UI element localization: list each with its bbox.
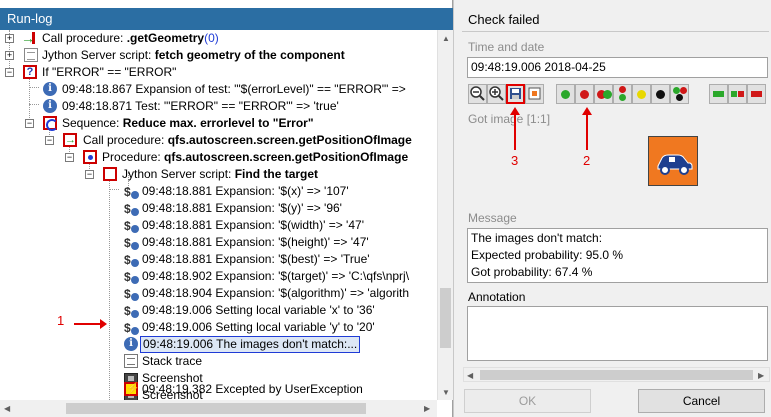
got-image xyxy=(648,136,698,186)
expansion-icon: $ xyxy=(124,218,139,233)
scroll-right-icon[interactable]: ▶ xyxy=(424,404,430,413)
bar-mixed-button[interactable] xyxy=(728,84,747,104)
expansion-icon: $ xyxy=(124,286,139,301)
run-log-pane: Run-log + → Call procedure: .getGeometry… xyxy=(0,0,453,417)
check-details-pane: Check failed Time and date 09:48:19.006 … xyxy=(453,0,771,417)
stack-trace-icon xyxy=(124,354,138,368)
check-black-button[interactable] xyxy=(651,84,670,104)
expansion-icon: $ xyxy=(124,303,139,318)
annotation-label-3: 3 xyxy=(511,153,519,168)
annotation-label-1: 1 xyxy=(57,313,65,328)
annotation-label-2: 2 xyxy=(583,153,591,168)
scroll-up-icon[interactable]: ▲ xyxy=(442,34,450,43)
bar-red-button[interactable] xyxy=(747,84,766,104)
annotation-label: Annotation xyxy=(468,290,526,304)
save-image-button[interactable] xyxy=(506,84,525,104)
check-mixed-button[interactable] xyxy=(594,84,613,104)
check-pair-button[interactable] xyxy=(613,84,632,104)
time-label: Time and date xyxy=(468,40,545,54)
scroll-left-icon[interactable]: ◀ xyxy=(467,371,473,380)
scroll-right-icon[interactable]: ▶ xyxy=(758,371,764,380)
expansion-icon: $ xyxy=(124,320,139,335)
vertical-scrollbar[interactable]: ▲ ▼ xyxy=(437,30,453,400)
image-view-button[interactable] xyxy=(525,84,544,104)
info-icon: i xyxy=(124,337,138,351)
details-scrollbar[interactable]: ◀ ▶ xyxy=(463,367,770,382)
message-label: Message xyxy=(468,211,517,225)
scroll-left-icon[interactable]: ◀ xyxy=(4,404,10,413)
details-title: Check failed xyxy=(462,8,769,32)
zoom-in-button[interactable] xyxy=(487,84,506,104)
if-node-icon: ? xyxy=(23,65,37,79)
exception-icon: ⚡ xyxy=(124,382,140,396)
cancel-button[interactable]: Cancel xyxy=(638,389,765,413)
annotation-arrow-2 xyxy=(582,107,592,150)
expansion-icon: $ xyxy=(124,201,139,216)
expansion-icon: $ xyxy=(124,235,139,250)
ok-button[interactable]: OK xyxy=(464,389,591,413)
call-procedure-icon: → xyxy=(63,133,77,147)
annotation-field[interactable] xyxy=(467,306,768,361)
time-field[interactable]: 09:48:19.006 2018-04-25 xyxy=(467,57,768,78)
script-icon xyxy=(103,167,117,181)
expansion-icon: $ xyxy=(124,252,139,267)
script-icon xyxy=(24,48,38,62)
message-field[interactable]: The images don't match: Expected probabi… xyxy=(467,228,768,283)
horizontal-scrollbar[interactable]: ◀ ▶ xyxy=(0,400,437,417)
bar-green-button[interactable] xyxy=(709,84,728,104)
zoom-out-button[interactable] xyxy=(468,84,487,104)
scroll-thumb[interactable] xyxy=(440,288,451,348)
info-icon: i xyxy=(43,82,57,96)
annotation-arrow-3 xyxy=(510,107,520,150)
sequence-icon xyxy=(43,116,58,131)
call-procedure-icon: → xyxy=(21,30,35,46)
info-icon: i xyxy=(43,99,57,113)
check-red-button[interactable] xyxy=(575,84,594,104)
scroll-thumb[interactable] xyxy=(480,370,753,380)
check-green-button[interactable] xyxy=(556,84,575,104)
check-grid-button[interactable] xyxy=(670,84,689,104)
run-log-title: Run-log xyxy=(0,8,453,30)
annotation-arrow-1 xyxy=(74,319,107,329)
check-yellow-button[interactable] xyxy=(632,84,651,104)
car-icon xyxy=(657,154,693,175)
run-log-tree[interactable]: + → Call procedure: .getGeometry(0) + Jy… xyxy=(0,30,437,400)
procedure-icon xyxy=(83,150,97,164)
expansion-icon: $ xyxy=(124,184,139,199)
expansion-icon: $ xyxy=(124,269,139,284)
scroll-down-icon[interactable]: ▼ xyxy=(442,388,450,397)
scroll-thumb[interactable] xyxy=(66,403,366,414)
